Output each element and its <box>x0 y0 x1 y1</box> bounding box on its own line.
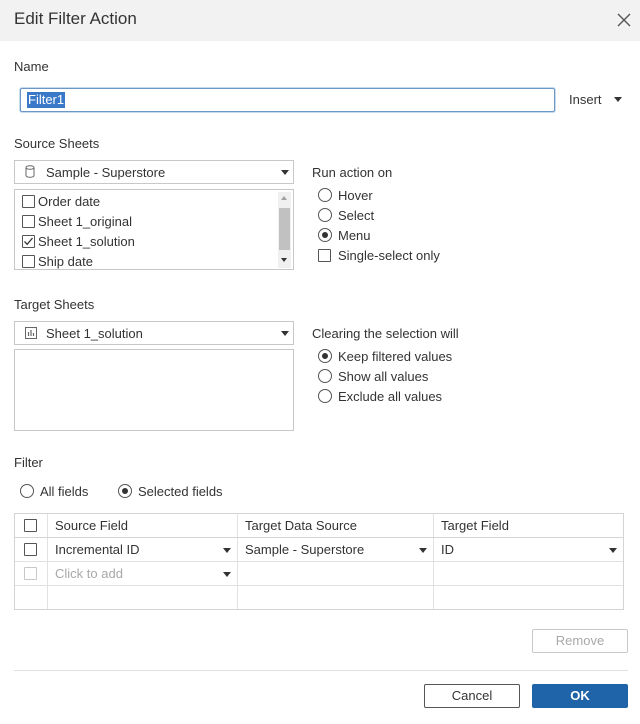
run-action-menu-option[interactable]: Menu <box>318 228 438 244</box>
column-header: Source Field <box>55 518 128 533</box>
chevron-down-icon <box>609 548 617 553</box>
all-fields-option[interactable]: All fields <box>20 484 110 500</box>
option-label: Exclude all values <box>338 389 443 404</box>
radio-button[interactable] <box>318 188 332 202</box>
source-sheets-label: Source Sheets <box>14 136 100 151</box>
target-sheet-dropdown[interactable]: Sheet 1_solution <box>14 321 294 345</box>
target-datasource-value: Sample - Superstore <box>245 542 365 557</box>
target-datasource-dropdown[interactable]: Sample - Superstore <box>238 538 433 561</box>
target-sheets-label: Target Sheets <box>14 297 95 312</box>
column-header: Target Field <box>441 518 509 533</box>
dialog-title: Edit Filter Action <box>14 9 137 28</box>
worksheet-icon <box>25 327 37 342</box>
scrollbar-thumb[interactable] <box>279 208 290 250</box>
chevron-down-icon <box>223 572 231 577</box>
sheet-checkbox[interactable] <box>22 255 35 268</box>
cancel-button[interactable]: Cancel <box>424 684 520 708</box>
name-field[interactable] <box>20 88 555 112</box>
chevron-down-icon <box>281 331 289 336</box>
scroll-down-icon[interactable] <box>281 258 287 262</box>
remove-button[interactable]: Remove <box>532 629 628 653</box>
sheet-checkbox-checked[interactable] <box>22 235 35 248</box>
option-label: Keep filtered values <box>338 349 453 364</box>
radio-button[interactable] <box>20 484 34 498</box>
target-field-dropdown[interactable]: ID <box>434 538 624 561</box>
name-label: Name <box>14 59 49 74</box>
radio-button[interactable] <box>318 389 332 403</box>
column-header: Target Data Source <box>245 518 358 533</box>
list-item[interactable]: Sheet 1_original <box>22 214 272 232</box>
check-icon <box>24 237 33 246</box>
source-datasource-dropdown[interactable]: Sample - Superstore <box>14 160 294 184</box>
ok-button[interactable]: OK <box>532 684 628 708</box>
insert-button[interactable]: Insert <box>569 92 602 107</box>
source-field-value: Incremental ID <box>55 542 140 557</box>
target-field-value: ID <box>441 542 454 557</box>
radio-button[interactable] <box>318 208 332 222</box>
option-label: Selected fields <box>138 484 223 499</box>
select-all-checkbox[interactable] <box>24 519 37 532</box>
add-field-placeholder: Click to add <box>55 566 123 581</box>
run-action-label: Run action on <box>312 165 393 180</box>
radio-button-selected[interactable] <box>118 484 132 498</box>
option-label: Select <box>338 208 375 223</box>
list-item[interactable]: Ship date <box>22 254 272 270</box>
option-label: Single-select only <box>338 248 440 263</box>
sheet-checkbox[interactable] <box>22 195 35 208</box>
clearing-show-option[interactable]: Show all values <box>318 369 478 385</box>
list-item[interactable]: Order date <box>22 194 272 212</box>
sheet-label: Sheet 1_solution <box>38 234 135 249</box>
scroll-up-icon[interactable] <box>281 196 287 200</box>
option-label: Hover <box>338 188 373 203</box>
radio-button-selected[interactable] <box>318 228 332 242</box>
divider <box>14 670 628 671</box>
list-item[interactable]: Sheet 1_solution <box>22 234 272 252</box>
field-mapping-table: Source Field Target Data Source Target F… <box>14 513 624 610</box>
option-label: Show all values <box>338 369 429 384</box>
run-action-hover-option[interactable]: Hover <box>318 188 438 204</box>
sheet-label: Sheet 1_original <box>38 214 132 229</box>
chevron-down-icon[interactable] <box>614 97 622 102</box>
option-label: Menu <box>338 228 371 243</box>
chevron-down-icon <box>281 170 289 175</box>
option-label: All fields <box>40 484 89 499</box>
name-field-selection: Filter1 <box>27 92 66 108</box>
target-sheet-value: Sheet 1_solution <box>46 326 143 341</box>
row-checkbox[interactable] <box>24 543 37 556</box>
clearing-label: Clearing the selection will <box>312 326 459 341</box>
target-sheets-list <box>14 349 294 431</box>
filter-label: Filter <box>14 455 43 470</box>
selected-fields-option[interactable]: Selected fields <box>118 484 238 500</box>
chevron-down-icon <box>223 548 231 553</box>
radio-button[interactable] <box>318 369 332 383</box>
radio-button-selected[interactable] <box>318 349 332 363</box>
clearing-keep-option[interactable]: Keep filtered values <box>318 349 478 365</box>
clearing-exclude-option[interactable]: Exclude all values <box>318 389 478 405</box>
single-select-option[interactable]: Single-select only <box>318 248 478 264</box>
sheet-label: Ship date <box>38 254 93 269</box>
close-icon[interactable] <box>612 8 636 32</box>
source-datasource-value: Sample - Superstore <box>46 165 166 180</box>
single-select-checkbox[interactable] <box>318 249 331 262</box>
add-field-dropdown[interactable]: Click to add <box>48 562 237 585</box>
row-checkbox <box>24 567 37 580</box>
sheet-label: Order date <box>38 194 101 209</box>
source-field-dropdown[interactable]: Incremental ID <box>48 538 237 561</box>
sheet-checkbox[interactable] <box>22 215 35 228</box>
run-action-select-option[interactable]: Select <box>318 208 438 224</box>
database-icon <box>25 165 35 181</box>
chevron-down-icon <box>419 548 427 553</box>
